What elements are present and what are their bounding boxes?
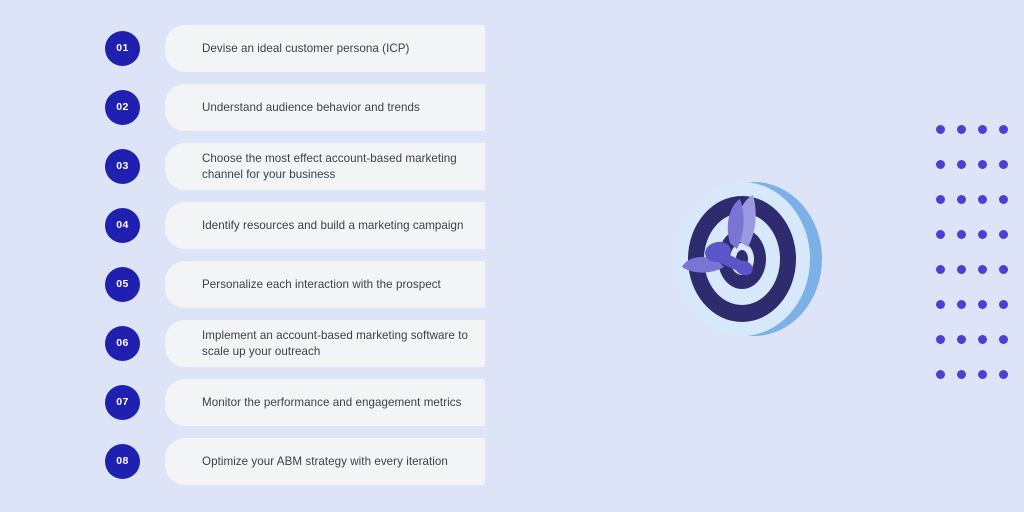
grid-dot xyxy=(957,300,966,309)
grid-dot xyxy=(978,335,987,344)
step-card[interactable]: Understand audience behavior and trends xyxy=(165,84,485,131)
grid-dot xyxy=(978,125,987,134)
grid-dot xyxy=(936,230,945,239)
step-row[interactable]: 08 Optimize your ABM strategy with every… xyxy=(0,438,520,485)
step-card[interactable]: Implement an account-based marketing sof… xyxy=(165,320,485,367)
grid-dot xyxy=(957,195,966,204)
step-label: Personalize each interaction with the pr… xyxy=(202,277,441,291)
step-card[interactable]: Identify resources and build a marketing… xyxy=(165,202,485,249)
grid-dot xyxy=(936,300,945,309)
grid-dot xyxy=(978,230,987,239)
step-card[interactable]: Choose the most effect account-based mar… xyxy=(165,143,485,190)
grid-dot xyxy=(999,300,1008,309)
step-row[interactable]: 03 Choose the most effect account-based … xyxy=(0,143,520,190)
grid-dot xyxy=(957,230,966,239)
step-label: Monitor the performance and engagement m… xyxy=(202,395,462,409)
step-number-badge: 02 xyxy=(105,90,140,125)
step-label: Implement an account-based marketing sof… xyxy=(202,329,468,358)
grid-dot xyxy=(957,335,966,344)
step-label: Devise an ideal customer persona (ICP) xyxy=(202,41,410,55)
dot-grid-row xyxy=(936,335,1012,344)
dot-grid-row xyxy=(936,265,1012,274)
step-label: Choose the most effect account-based mar… xyxy=(202,152,457,181)
step-label: Optimize your ABM strategy with every it… xyxy=(202,454,448,468)
step-number-badge: 01 xyxy=(105,31,140,66)
step-row[interactable]: 04 Identify resources and build a market… xyxy=(0,202,520,249)
grid-dot xyxy=(936,370,945,379)
dot-grid-row xyxy=(936,230,1012,239)
grid-dot xyxy=(978,265,987,274)
grid-dot xyxy=(957,160,966,169)
dart-on-target-illustration xyxy=(632,155,852,355)
grid-dot xyxy=(999,335,1008,344)
grid-dot xyxy=(978,370,987,379)
grid-dot xyxy=(978,195,987,204)
step-number-badge: 08 xyxy=(105,444,140,479)
grid-dot xyxy=(957,125,966,134)
step-number-badge: 05 xyxy=(105,267,140,302)
step-number-badge: 06 xyxy=(105,326,140,361)
step-number-badge: 03 xyxy=(105,149,140,184)
grid-dot xyxy=(999,160,1008,169)
dot-grid-row xyxy=(936,160,1012,169)
step-number-badge: 04 xyxy=(105,208,140,243)
dot-grid-row xyxy=(936,195,1012,204)
grid-dot xyxy=(999,125,1008,134)
target-svg xyxy=(674,182,822,336)
dot-grid-row xyxy=(936,125,1012,134)
step-label: Identify resources and build a marketing… xyxy=(202,218,464,232)
step-row[interactable]: 06 Implement an account-based marketing … xyxy=(0,320,520,367)
grid-dot xyxy=(936,160,945,169)
dot-grid xyxy=(936,125,1012,383)
step-number-badge: 07 xyxy=(105,385,140,420)
grid-dot xyxy=(999,230,1008,239)
step-card[interactable]: Devise an ideal customer persona (ICP) xyxy=(165,25,485,72)
step-card[interactable]: Optimize your ABM strategy with every it… xyxy=(165,438,485,485)
grid-dot xyxy=(999,370,1008,379)
step-row[interactable]: 01 Devise an ideal customer persona (ICP… xyxy=(0,25,520,72)
grid-dot xyxy=(936,335,945,344)
grid-dot xyxy=(936,125,945,134)
dot-grid-row xyxy=(936,370,1012,379)
step-row[interactable]: 07 Monitor the performance and engagemen… xyxy=(0,379,520,426)
step-row[interactable]: 05 Personalize each interaction with the… xyxy=(0,261,520,308)
grid-dot xyxy=(999,195,1008,204)
grid-dot xyxy=(936,265,945,274)
grid-dot xyxy=(936,195,945,204)
grid-dot xyxy=(978,300,987,309)
step-card[interactable]: Monitor the performance and engagement m… xyxy=(165,379,485,426)
grid-dot xyxy=(978,160,987,169)
dot-grid-row xyxy=(936,300,1012,309)
grid-dot xyxy=(957,370,966,379)
grid-dot xyxy=(957,265,966,274)
steps-list: 01 Devise an ideal customer persona (ICP… xyxy=(0,0,520,512)
grid-dot xyxy=(999,265,1008,274)
step-row[interactable]: 02 Understand audience behavior and tren… xyxy=(0,84,520,131)
step-card[interactable]: Personalize each interaction with the pr… xyxy=(165,261,485,308)
infographic-canvas: 01 Devise an ideal customer persona (ICP… xyxy=(0,0,1024,512)
step-label: Understand audience behavior and trends xyxy=(202,100,420,114)
